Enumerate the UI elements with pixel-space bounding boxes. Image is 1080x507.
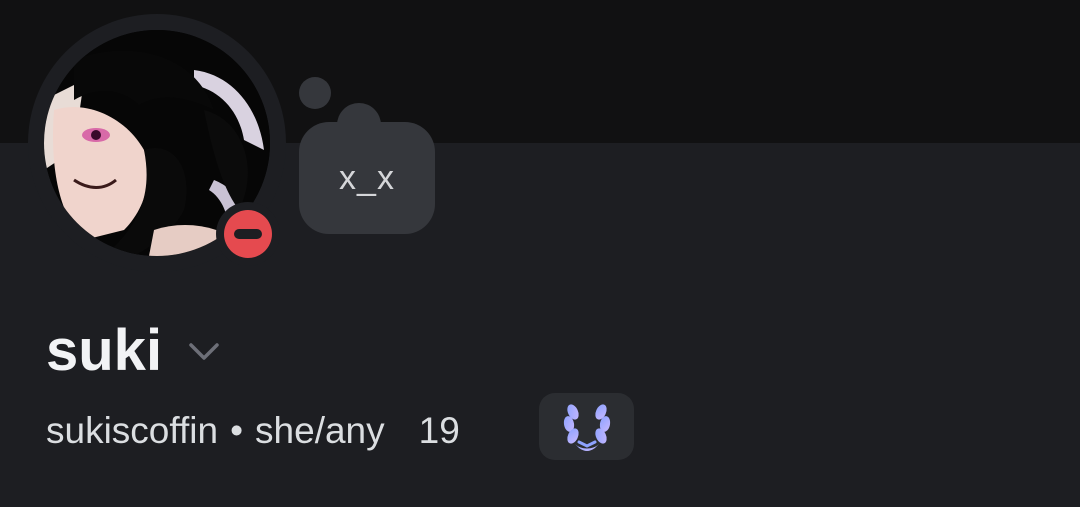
profile-screen: x_x suki sukiscoffin • she/any 19 [0, 0, 1080, 507]
chevron-down-icon[interactable] [186, 336, 222, 366]
username: sukiscoffin [46, 410, 219, 451]
profile-subline: sukiscoffin • she/any 19 [46, 405, 460, 457]
thought-bubble-dot-small [299, 77, 331, 109]
laurel-wreath-badge-icon [563, 403, 610, 451]
custom-status-bubble[interactable]: x_x [299, 122, 435, 234]
separator-dot: • [230, 410, 244, 451]
profile-badge[interactable] [539, 393, 634, 460]
age-text: 19 [418, 410, 460, 451]
display-name: suki [46, 318, 163, 383]
pronouns: she/any [255, 410, 385, 451]
do-not-disturb-icon [224, 210, 272, 258]
custom-status-text: x_x [339, 158, 395, 197]
